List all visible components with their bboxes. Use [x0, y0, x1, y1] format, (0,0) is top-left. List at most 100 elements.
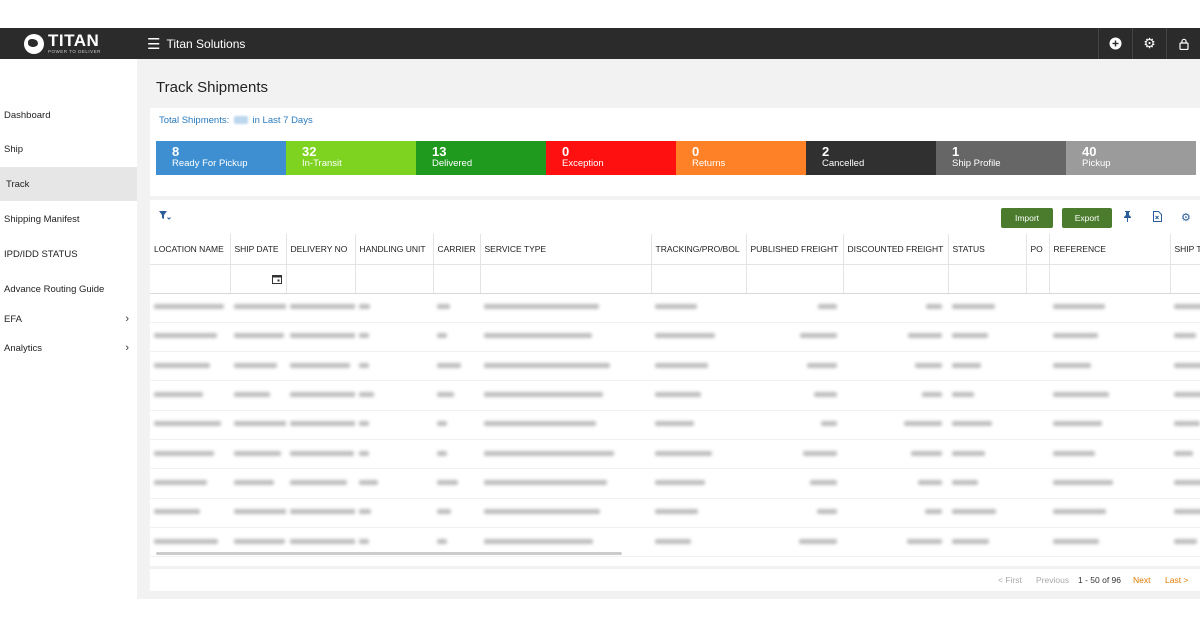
- lock-icon[interactable]: [1166, 28, 1200, 59]
- column-header-status[interactable]: STATUS: [948, 234, 1027, 265]
- import-button[interactable]: Import: [1001, 208, 1053, 228]
- table-row[interactable]: [150, 498, 1200, 528]
- tile-delivered[interactable]: 13 Delivered: [416, 141, 546, 175]
- filter-input[interactable]: [843, 264, 949, 294]
- filter-input[interactable]: [355, 264, 434, 294]
- blurred-cell-value: [290, 333, 355, 339]
- blurred-cell-value: [484, 392, 603, 398]
- table-row[interactable]: [150, 380, 1200, 411]
- blurred-cell-value: [800, 333, 837, 339]
- titan-logo[interactable]: TITAN POWER TO DELIVER: [0, 28, 137, 59]
- table-cell: [355, 439, 433, 470]
- blurred-cell-value: [1174, 362, 1200, 368]
- filter-input[interactable]: [286, 264, 356, 294]
- filter-input[interactable]: [1049, 264, 1171, 294]
- table-cell: [651, 498, 746, 528]
- table-row[interactable]: [150, 468, 1200, 499]
- table-row[interactable]: [150, 351, 1200, 382]
- tile-count: 1: [952, 144, 960, 159]
- export-button[interactable]: Export: [1062, 208, 1112, 228]
- sidebar-item-dashboard[interactable]: Dashboard: [0, 98, 137, 132]
- pin-icon[interactable]: [1123, 211, 1132, 225]
- sidebar-item-ship[interactable]: Ship: [0, 132, 137, 166]
- horizontal-scrollbar[interactable]: [156, 552, 622, 555]
- filter-input[interactable]: [1170, 264, 1200, 294]
- column-header-reference[interactable]: REFERENCE: [1049, 234, 1171, 265]
- blurred-cell-value: [1053, 538, 1099, 544]
- blurred-cell-value: [803, 450, 837, 456]
- column-header-po[interactable]: PO: [1026, 234, 1050, 265]
- calendar-icon[interactable]: [271, 274, 282, 287]
- blurred-cell-value: [952, 392, 974, 398]
- pager-next[interactable]: Next: [1133, 575, 1150, 585]
- main-content: Track Shipments Total Shipments: in Last…: [137, 59, 1200, 599]
- grid-settings-icon[interactable]: ⚙: [1181, 211, 1191, 224]
- tile-exception[interactable]: 0 Exception: [546, 141, 676, 175]
- sidebar-item-ipd-idd-status[interactable]: IPD/IDD STATUS: [0, 237, 137, 271]
- sidebar-item-analytics[interactable]: Analytics ›: [0, 331, 137, 365]
- tile-returns[interactable]: 0 Returns: [676, 141, 806, 175]
- sidebar-item-advance-routing-guide[interactable]: Advance Routing Guide: [0, 272, 137, 306]
- tile-ready-for-pickup[interactable]: 8 Ready For Pickup: [156, 141, 286, 175]
- filter-input[interactable]: [480, 264, 652, 294]
- column-header-ship-date[interactable]: SHIP DATE: [230, 234, 287, 265]
- pager-first[interactable]: < First: [998, 575, 1022, 585]
- table-cell: [1049, 410, 1170, 440]
- column-header-location-name[interactable]: LOCATION NAME: [150, 234, 231, 265]
- blurred-cell-value: [807, 362, 837, 368]
- column-header-discounted-freight[interactable]: DISCOUNTED FREIGHT: [843, 234, 949, 265]
- column-header-service-type[interactable]: SERVICE TYPE: [480, 234, 652, 265]
- column-header-delivery-no[interactable]: DELIVERY NO: [286, 234, 356, 265]
- filter-input[interactable]: [433, 264, 481, 294]
- blurred-cell-value: [359, 362, 369, 368]
- table-cell: [746, 410, 843, 440]
- export-file-icon[interactable]: [1153, 211, 1162, 225]
- table-row[interactable]: [150, 410, 1200, 440]
- table-cell: [355, 380, 433, 411]
- blurred-cell-value: [359, 450, 369, 456]
- gear-icon[interactable]: ⚙: [1132, 28, 1166, 59]
- table-cell: [1049, 498, 1170, 528]
- filter-input[interactable]: [746, 264, 844, 294]
- hamburger-icon[interactable]: ☰: [147, 35, 160, 53]
- table-cell: [1049, 380, 1170, 411]
- blurred-cell-value: [952, 538, 989, 544]
- sidebar-item-shipping-manifest[interactable]: Shipping Manifest: [0, 202, 137, 236]
- blurred-cell-value: [1053, 479, 1113, 485]
- column-header-tracking[interactable]: TRACKING/PRO/BOL: [651, 234, 747, 265]
- table-row[interactable]: [150, 293, 1200, 323]
- total-suffix: in Last 7 Days: [252, 115, 313, 126]
- filter-icon[interactable]: [159, 211, 171, 224]
- filter-input[interactable]: [1026, 264, 1050, 294]
- column-header-ship-to[interactable]: SHIP T: [1170, 234, 1200, 265]
- blurred-cell-value: [154, 479, 207, 485]
- date-filter-input[interactable]: [230, 264, 287, 294]
- tile-cancelled[interactable]: 2 Cancelled: [806, 141, 936, 175]
- table-cell: [948, 468, 1026, 499]
- sidebar-item-track[interactable]: Track: [0, 167, 137, 201]
- table-cell: [230, 439, 286, 470]
- tile-in-transit[interactable]: 32 In-Transit: [286, 141, 416, 175]
- pager-previous[interactable]: Previous: [1036, 575, 1069, 585]
- blurred-cell-value: [290, 450, 354, 456]
- table-cell: [843, 322, 948, 353]
- tile-count: 0: [562, 144, 570, 159]
- table-cell: [230, 380, 286, 411]
- blurred-cell-value: [290, 538, 355, 544]
- add-circle-icon[interactable]: [1098, 28, 1132, 59]
- filter-input[interactable]: [651, 264, 747, 294]
- column-header-carrier[interactable]: CARRIER: [433, 234, 481, 265]
- pager-last[interactable]: Last >: [1165, 575, 1188, 585]
- table-row[interactable]: [150, 439, 1200, 470]
- filter-input[interactable]: [150, 264, 231, 294]
- column-header-handling-unit[interactable]: HANDLING UNIT: [355, 234, 434, 265]
- tile-ship-profile[interactable]: 1 Ship Profile: [936, 141, 1066, 175]
- tile-pickup[interactable]: 40 Pickup: [1066, 141, 1196, 175]
- blurred-cell-value: [484, 362, 610, 368]
- filter-input[interactable]: [948, 264, 1027, 294]
- table-cell: [150, 468, 230, 499]
- blurred-cell-value: [234, 450, 281, 456]
- table-row[interactable]: [150, 322, 1200, 353]
- blurred-cell-value: [952, 421, 992, 427]
- column-header-published-freight[interactable]: PUBLISHED FREIGHT: [746, 234, 844, 265]
